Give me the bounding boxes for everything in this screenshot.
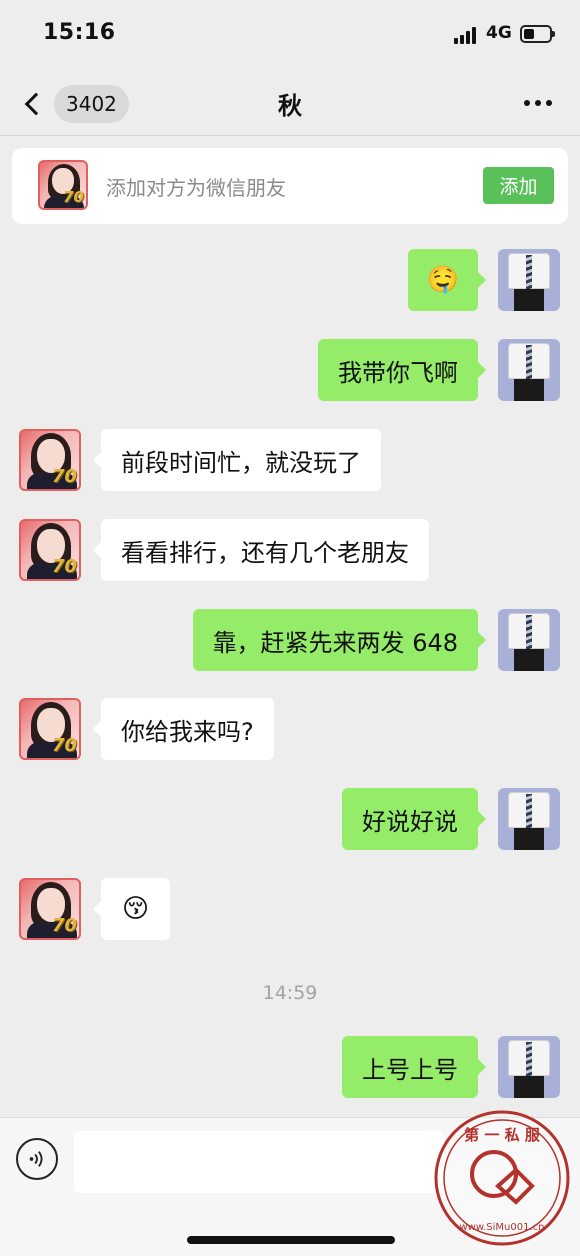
message-timestamp: 14:59	[262, 982, 318, 1004]
my-avatar[interactable]	[498, 249, 560, 311]
avatar-badge: 70	[63, 188, 84, 206]
add-friend-prompt: 添加对方为微信朋友	[106, 176, 286, 200]
contact-avatar[interactable]: 70	[38, 160, 88, 210]
more-options-button[interactable]	[520, 94, 556, 112]
avatar-badge: 70	[51, 915, 77, 936]
message-row: 70 你给我来吗?	[0, 698, 580, 760]
message-bubble[interactable]: 😚	[93, 878, 170, 940]
message-row: 🤤	[0, 249, 580, 311]
add-friend-button[interactable]: 添加	[483, 167, 554, 204]
message-row: 70 看看排行，还有几个老朋友	[0, 519, 580, 581]
home-indicator	[187, 1236, 395, 1244]
kissing-face-emoji: 😚	[121, 894, 150, 924]
watermark-bottom-text: www.SiMu001.cn	[460, 1222, 545, 1233]
add-friend-banner: 70 添加对方为微信朋友 添加	[12, 148, 568, 224]
my-avatar[interactable]	[498, 1036, 560, 1098]
message-bubble[interactable]: 🤤	[408, 249, 486, 311]
message-bubble[interactable]: 上号上号	[342, 1036, 486, 1098]
my-avatar[interactable]	[498, 609, 560, 671]
message-bubble[interactable]: 看看排行，还有几个老朋友	[93, 519, 429, 581]
battery-icon	[520, 25, 555, 43]
message-bubble[interactable]: 靠，赶紧先来两发 648	[192, 609, 487, 671]
message-row: 好说好说	[0, 788, 580, 850]
message-bubble[interactable]: 我带你飞啊	[318, 339, 486, 401]
cellular-signal-icon	[454, 26, 476, 44]
avatar-badge: 70	[51, 556, 77, 577]
chat-title: 秋	[278, 92, 302, 120]
message-row: 70 前段时间忙，就没玩了	[0, 429, 580, 491]
message-bubble[interactable]: 好说好说	[342, 788, 486, 850]
message-text-input[interactable]	[74, 1131, 444, 1193]
chat-header: 3402 秋	[0, 72, 580, 136]
network-type: 4G	[486, 23, 512, 43]
contact-avatar[interactable]: 70	[19, 698, 81, 760]
contact-avatar[interactable]: 70	[19, 519, 81, 581]
avatar-badge: 70	[51, 735, 77, 756]
message-row: 我带你飞啊	[0, 339, 580, 401]
voice-icon	[29, 1151, 43, 1167]
watermark-stamp: 第 一 私 服 www.SiMu001.cn	[432, 1108, 572, 1248]
message-bubble[interactable]: 前段时间忙，就没玩了	[93, 429, 381, 491]
message-bubble[interactable]: 你给我来吗?	[93, 698, 274, 760]
contact-avatar[interactable]: 70	[19, 429, 81, 491]
voice-input-button[interactable]	[16, 1138, 58, 1180]
contact-avatar[interactable]: 70	[19, 878, 81, 940]
my-avatar[interactable]	[498, 788, 560, 850]
drooling-face-emoji: 🤤	[426, 265, 460, 295]
message-row: 靠，赶紧先来两发 648	[0, 609, 580, 671]
watermark-top-text: 第 一 私 服	[464, 1126, 541, 1144]
my-avatar[interactable]	[498, 339, 560, 401]
avatar-badge: 70	[51, 466, 77, 487]
message-row: 70 😚	[0, 878, 580, 940]
status-time: 15:16	[43, 20, 116, 45]
message-row: 上号上号	[0, 1036, 580, 1098]
status-bar: 15:16 4G	[0, 0, 580, 72]
